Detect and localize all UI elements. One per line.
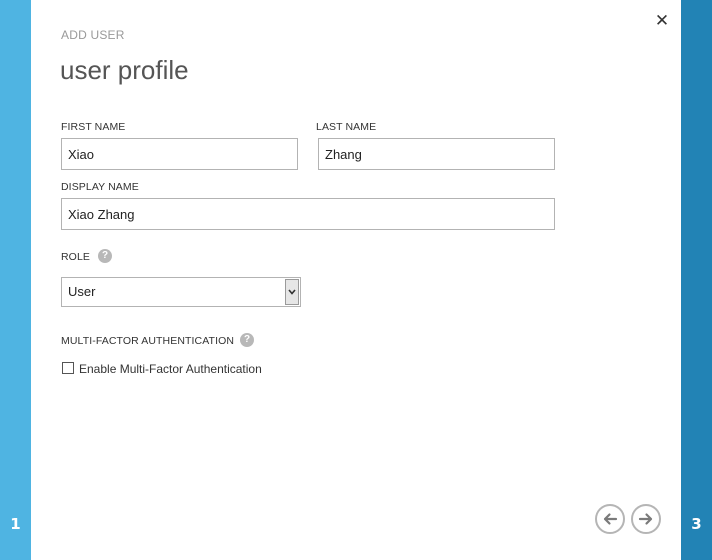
next-button[interactable] — [631, 504, 661, 534]
page-title: user profile — [60, 55, 189, 85]
mfa-checkbox[interactable] — [62, 362, 74, 374]
role-select-value: User — [68, 284, 96, 299]
wizard-step-next-strip: 3 — [681, 0, 712, 560]
role-label: ROLE — [61, 251, 90, 263]
mfa-help-icon[interactable]: ? — [240, 333, 254, 347]
last-name-label: LAST NAME — [316, 121, 377, 133]
first-name-label: FIRST NAME — [61, 121, 126, 133]
wizard-step-prev-strip: 1 — [0, 0, 31, 560]
mfa-checkbox-label[interactable]: Enable Multi-Factor Authentication — [79, 362, 262, 376]
chevron-down-icon — [285, 279, 299, 305]
role-select[interactable]: User — [61, 277, 301, 307]
first-name-input[interactable] — [61, 138, 298, 170]
close-icon[interactable]: ✕ — [654, 12, 670, 30]
display-name-label: DISPLAY NAME — [61, 181, 139, 193]
role-help-icon[interactable]: ? — [98, 249, 112, 263]
dialog-subtitle: ADD USER — [61, 28, 125, 42]
step-number-prev: 1 — [10, 515, 21, 533]
mfa-label: MULTI-FACTOR AUTHENTICATION — [61, 335, 235, 347]
add-user-dialog: ✕ ADD USER user profile FIRST NAME LAST … — [31, 0, 681, 560]
display-name-input[interactable] — [61, 198, 555, 230]
back-button[interactable] — [595, 504, 625, 534]
step-number-next: 3 — [691, 515, 702, 533]
last-name-input[interactable] — [318, 138, 555, 170]
